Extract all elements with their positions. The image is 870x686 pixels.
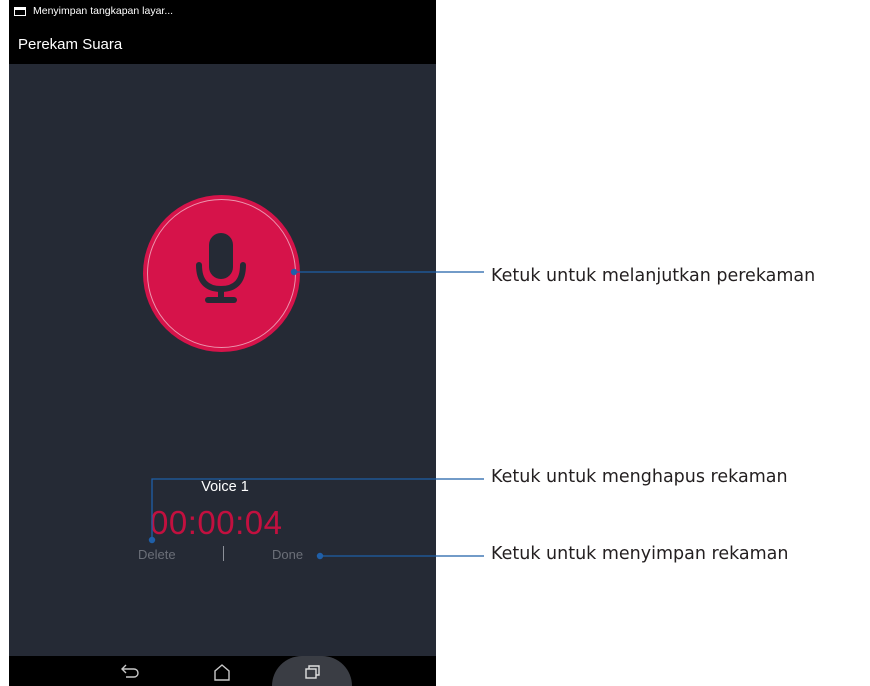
callout-lines bbox=[148, 268, 484, 560]
callout-save-recording: Ketuk untuk menyimpan rekaman bbox=[491, 544, 789, 564]
callout-resume-recording: Ketuk untuk melanjutkan perekaman bbox=[491, 266, 816, 286]
callout-delete-recording: Ketuk untuk menghapus rekaman bbox=[491, 467, 788, 487]
